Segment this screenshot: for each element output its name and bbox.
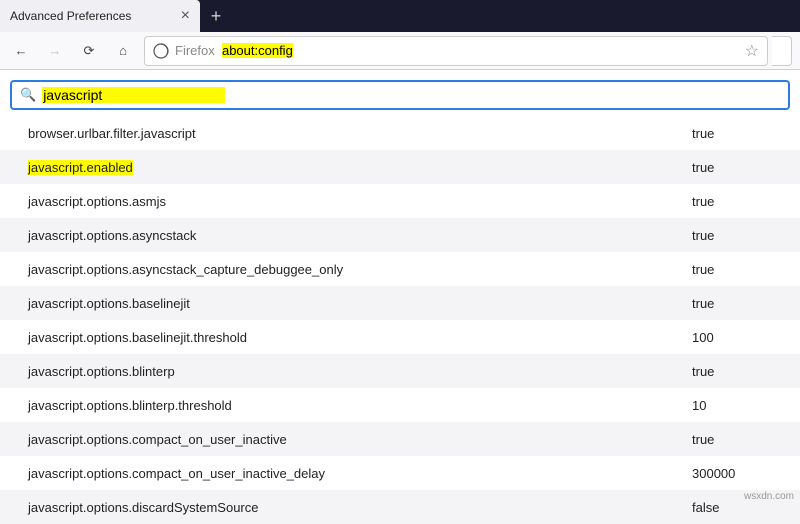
watermark: wsxdn.com	[744, 491, 794, 502]
forward-button[interactable]: →	[42, 38, 68, 64]
pref-value: 10	[692, 398, 772, 413]
search-input[interactable]	[43, 87, 224, 103]
pref-row[interactable]: javascript.options.baselinejit.threshold…	[0, 320, 800, 354]
pref-value: true	[692, 160, 772, 175]
pref-value: true	[692, 262, 772, 277]
forward-icon: →	[49, 43, 62, 58]
tab-advanced-preferences[interactable]: Advanced Preferences ×	[0, 0, 200, 32]
search-section: 🔍	[0, 70, 800, 116]
pref-name: browser.urlbar.filter.javascript	[28, 126, 692, 141]
pref-name: javascript.options.discardSystemSource	[28, 500, 692, 515]
pref-name: javascript.options.compact_on_user_inact…	[28, 432, 692, 447]
reload-icon: ⟳	[84, 43, 95, 59]
firefox-icon	[153, 43, 169, 59]
home-icon: ⌂	[119, 43, 127, 58]
toolbar: ← → ⟳ ⌂ Firefox about:config ☆	[0, 32, 800, 70]
pref-name: javascript.options.baselinejit	[28, 296, 692, 311]
titlebar: Advanced Preferences × +	[0, 0, 800, 32]
bookmark-star-icon[interactable]: ☆	[745, 41, 759, 61]
pref-name: javascript.options.blinterp	[28, 364, 692, 379]
pref-row[interactable]: javascript.options.asyncstack_capture_de…	[0, 252, 800, 286]
pref-row[interactable]: javascript.options.discardSystemSourcefa…	[0, 490, 800, 524]
toolbar-extra-button[interactable]	[772, 36, 792, 66]
pref-value: true	[692, 126, 772, 141]
tab-title: Advanced Preferences	[10, 9, 131, 23]
new-tab-button[interactable]: +	[200, 0, 232, 32]
pref-value: 100	[692, 330, 772, 345]
search-input-highlight	[42, 87, 225, 103]
search-icon: 🔍	[20, 87, 36, 103]
url-text: Firefox about:config	[175, 43, 293, 58]
pref-row[interactable]: javascript.options.blinterptrue	[0, 354, 800, 388]
preferences-list: browser.urlbar.filter.javascripttruejava…	[0, 116, 800, 524]
pref-value: true	[692, 194, 772, 209]
pref-row[interactable]: javascript.options.compact_on_user_inact…	[0, 422, 800, 456]
reload-button[interactable]: ⟳	[76, 38, 102, 64]
pref-value: true	[692, 296, 772, 311]
pref-name: javascript.options.baselinejit.threshold	[28, 330, 692, 345]
pref-row[interactable]: javascript.options.compact_on_user_inact…	[0, 456, 800, 490]
pref-row[interactable]: javascript.options.baselinejittrue	[0, 286, 800, 320]
pref-row[interactable]: javascript.options.asmjstrue	[0, 184, 800, 218]
pref-value: true	[692, 432, 772, 447]
pref-name: javascript.options.asmjs	[28, 194, 692, 209]
pref-value: true	[692, 228, 772, 243]
pref-row[interactable]: javascript.options.asyncstacktrue	[0, 218, 800, 252]
pref-name: javascript.options.asyncstack	[28, 228, 692, 243]
back-icon: ←	[15, 43, 28, 58]
plus-icon: +	[211, 6, 222, 27]
pref-name: javascript.options.blinterp.threshold	[28, 398, 692, 413]
pref-name: javascript.options.asyncstack_capture_de…	[28, 262, 692, 277]
pref-row[interactable]: browser.urlbar.filter.javascripttrue	[0, 116, 800, 150]
pref-row[interactable]: javascript.options.blinterp.threshold10	[0, 388, 800, 422]
pref-name: javascript.enabled	[28, 160, 692, 175]
pref-name: javascript.options.compact_on_user_inact…	[28, 466, 692, 481]
search-bar[interactable]: 🔍	[10, 80, 790, 110]
url-bar[interactable]: Firefox about:config ☆	[144, 36, 768, 66]
home-button[interactable]: ⌂	[110, 38, 136, 64]
pref-value: true	[692, 364, 772, 379]
close-icon[interactable]: ×	[181, 7, 190, 25]
pref-value: 300000	[692, 466, 772, 481]
pref-row[interactable]: javascript.enabledtrue	[0, 150, 800, 184]
back-button[interactable]: ←	[8, 38, 34, 64]
